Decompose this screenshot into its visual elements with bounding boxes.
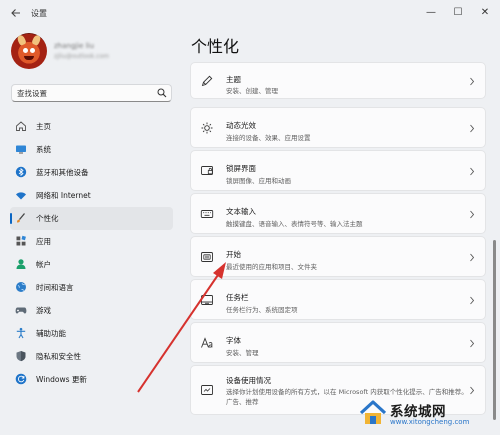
card-title: 动态光效	[226, 121, 256, 130]
chevron-right-icon	[470, 210, 475, 219]
sidebar-item-bluetooth[interactable]: 蓝牙和其他设备	[10, 161, 173, 184]
gamepad-icon	[15, 307, 27, 314]
wifi-icon	[16, 192, 26, 200]
lockscreen-icon	[201, 166, 213, 175]
sidebar-item-label: 蓝牙和其他设备	[36, 168, 89, 177]
chevron-right-icon	[470, 167, 475, 176]
watermark-url: www.xitongcheng.com	[390, 418, 470, 426]
sidebar-item-label: 帐户	[36, 260, 51, 269]
bluetooth-icon	[15, 166, 27, 178]
back-arrow-icon[interactable]	[8, 7, 24, 21]
card-description: 最近使用的应用和项目、文件夹	[226, 263, 317, 271]
avatar[interactable]	[11, 33, 47, 69]
sidebar-item-label: 主页	[36, 122, 51, 131]
card-description: 连接的设备、效果、应用设置	[226, 134, 311, 142]
user-name: zhangjie liu	[54, 42, 95, 50]
pen-icon	[201, 75, 213, 87]
sidebar-item-network[interactable]: 网络和 Internet	[10, 184, 173, 207]
search-icon[interactable]	[157, 88, 167, 98]
sidebar-item-label: 隐私和安全性	[36, 352, 81, 361]
card-title: 主题	[226, 75, 241, 84]
chevron-right-icon	[470, 77, 475, 86]
minimize-button[interactable]: —	[420, 5, 442, 21]
card-lock-screen[interactable]: 锁屏界面 锁屏图像、应用和动画	[190, 150, 486, 191]
sidebar-item-windows-update[interactable]: Windows 更新	[10, 368, 173, 391]
taskbar-icon	[201, 295, 213, 305]
sidebar-item-gaming[interactable]: 游戏	[10, 299, 173, 322]
card-fonts[interactable]: 字体 安装、管理	[190, 322, 486, 363]
sidebar-item-label: 辅助功能	[36, 329, 66, 338]
font-icon	[201, 337, 213, 348]
sidebar-item-label: 网络和 Internet	[36, 191, 91, 200]
start-icon	[201, 252, 213, 262]
search-input[interactable]	[17, 87, 157, 99]
sun-icon	[201, 122, 213, 134]
shield-icon	[16, 351, 26, 362]
globe-icon	[16, 282, 26, 292]
card-description: 安装、创建、管理	[226, 87, 278, 95]
sidebar-nav: 主页 系统 蓝牙和其他设备 网络和 Internet 个性化 应用 帐户 时间和…	[10, 115, 174, 391]
house-logo-icon	[359, 400, 387, 424]
chevron-right-icon	[470, 339, 475, 348]
chevron-right-icon	[470, 124, 475, 133]
sidebar-item-label: Windows 更新	[36, 375, 87, 384]
accessibility-icon	[16, 327, 26, 339]
monitor-icon	[16, 145, 26, 154]
home-icon	[16, 121, 26, 131]
chevron-right-icon	[470, 253, 475, 262]
person-icon	[16, 259, 26, 269]
card-title: 锁屏界面	[226, 164, 256, 173]
sidebar-item-accounts[interactable]: 帐户	[10, 253, 173, 276]
sidebar-item-label: 个性化	[36, 214, 59, 223]
keyboard-icon	[200, 210, 214, 218]
apps-icon	[16, 235, 26, 246]
sidebar-item-label: 游戏	[36, 306, 51, 315]
card-title: 文本输入	[226, 207, 256, 216]
sidebar-item-home[interactable]: 主页	[10, 115, 173, 138]
device-usage-icon	[201, 385, 213, 395]
maximize-button[interactable]: ☐	[447, 5, 469, 21]
sidebar-item-apps[interactable]: 应用	[10, 230, 173, 253]
card-description: 触摸键盘、语音输入、表情符号等、输入法主题	[226, 220, 363, 228]
scrollbar[interactable]	[493, 240, 496, 420]
card-text-input[interactable]: 文本输入 触摸键盘、语音输入、表情符号等、输入法主题	[190, 193, 486, 234]
sidebar-item-label: 时间和语言	[36, 283, 74, 292]
sidebar-item-time-language[interactable]: 时间和语言	[10, 276, 173, 299]
card-description-line2: 广告、推荐	[226, 398, 259, 406]
card-start[interactable]: 开始 最近使用的应用和项目、文件夹	[190, 236, 486, 277]
brush-icon	[16, 213, 25, 223]
card-title: 任务栏	[226, 293, 249, 302]
close-button[interactable]: ✕	[474, 5, 496, 21]
card-taskbar[interactable]: 任务栏 任务栏行为、系统固定项	[190, 279, 486, 320]
sidebar-item-accessibility[interactable]: 辅助功能	[10, 322, 173, 345]
sidebar-item-label: 系统	[36, 145, 51, 154]
card-title: 字体	[226, 336, 241, 345]
windows-update-icon	[15, 373, 27, 385]
chevron-right-icon	[470, 296, 475, 305]
card-description: 任务栏行为、系统固定项	[226, 306, 298, 314]
sidebar-item-system[interactable]: 系统	[10, 138, 173, 161]
card-description: 锁屏图像、应用和动画	[226, 177, 291, 185]
card-themes[interactable]: 主题 安装、创建、管理	[190, 62, 486, 99]
page-title: 个性化	[191, 37, 240, 56]
card-title: 设备使用情况	[226, 376, 271, 385]
sidebar-item-privacy[interactable]: 隐私和安全性	[10, 345, 173, 368]
app-title: 设置	[31, 9, 47, 18]
watermark: 系统城网 www.xitongcheng.com	[358, 394, 500, 435]
watermark-text: 系统城网	[390, 404, 446, 420]
sidebar-item-personalization[interactable]: 个性化	[10, 207, 173, 230]
search-box[interactable]	[11, 84, 172, 102]
sidebar-item-label: 应用	[36, 237, 51, 246]
title-bar: 设置 — ☐ ✕	[0, 0, 500, 28]
active-indicator	[10, 213, 12, 224]
card-description: 安装、管理	[226, 349, 259, 357]
card-title: 开始	[226, 250, 241, 259]
card-dynamic-lighting[interactable]: 动态光效 连接的设备、效果、应用设置	[190, 107, 486, 148]
user-email: zjliu@outlook.com	[54, 53, 109, 60]
